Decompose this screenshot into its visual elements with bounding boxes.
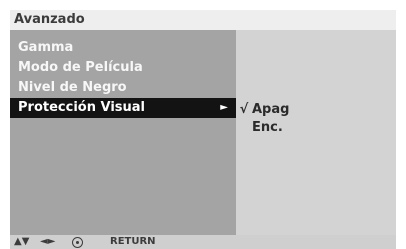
menu-item-label: Modo de Película — [18, 60, 143, 75]
menu-item-label: Gamma — [18, 40, 74, 55]
menu-item-gamma[interactable]: Gamma — [10, 38, 236, 58]
left-right-arrows-icon: ◄► — [40, 236, 56, 247]
menu-list: Gamma Modo de Película Nivel de Negro Pr… — [10, 30, 236, 235]
menu-item-nivel-de-negro[interactable]: Nivel de Negro — [10, 78, 236, 98]
menu-item-label: Nivel de Negro — [18, 80, 127, 95]
up-down-arrows-icon: ▲▼ — [14, 236, 30, 247]
option-apag[interactable]: √ Apag — [236, 101, 290, 119]
option-label: Enc. — [252, 120, 283, 135]
option-enc[interactable]: Enc. — [236, 119, 283, 137]
menu-item-proteccion-visual[interactable]: Protección Visual ► — [10, 98, 236, 118]
checkmark-icon: √ — [239, 102, 249, 117]
menu-item-label: Protección Visual — [18, 100, 145, 115]
tv-osd-screen: Avanzado Gamma Modo de Película Nivel de… — [0, 0, 406, 249]
ok-circle-icon — [72, 235, 83, 249]
options-panel: √ Apag Enc. — [236, 30, 396, 235]
menu-item-modo-de-pelicula[interactable]: Modo de Película — [10, 58, 236, 78]
submenu-arrow-icon: ► — [220, 102, 228, 113]
osd-menu: Avanzado Gamma Modo de Película Nivel de… — [10, 10, 396, 249]
return-label: RETURN — [110, 236, 156, 247]
option-label: Apag — [252, 102, 290, 117]
button-guide-bar: ▲▼ ◄► RETURN — [10, 235, 396, 249]
menu-title: Avanzado — [10, 10, 396, 30]
